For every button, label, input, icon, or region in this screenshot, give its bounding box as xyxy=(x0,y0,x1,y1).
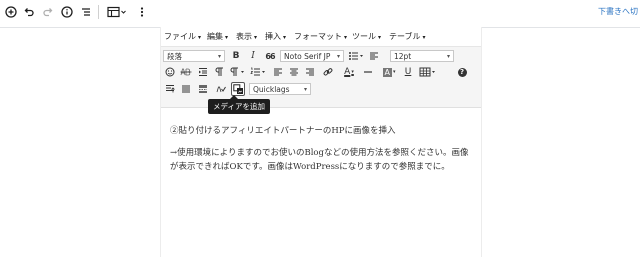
menu-tools[interactable]: ツール ▾ xyxy=(352,31,381,42)
background-color-button[interactable]: A ▾ xyxy=(379,65,399,79)
align-left-2-icon[interactable] xyxy=(271,65,285,79)
numbered-list-icon[interactable] xyxy=(249,65,267,79)
emoji-icon[interactable] xyxy=(163,65,177,79)
classic-block-icon[interactable] xyxy=(106,4,128,20)
paragraph-format-select[interactable]: 段落 ▾ xyxy=(163,50,225,62)
outdent-icon[interactable] xyxy=(163,82,177,96)
align-right-icon[interactable] xyxy=(303,65,317,79)
info-icon[interactable] xyxy=(59,4,75,20)
bold-button[interactable]: B xyxy=(229,49,243,63)
italic-button[interactable]: I xyxy=(246,49,260,63)
save-draft-link[interactable]: 下書きへ切 xyxy=(598,6,638,17)
menu-format[interactable]: フォーマット ▾ xyxy=(294,31,347,42)
align-center-icon[interactable] xyxy=(287,65,301,79)
strikethrough-icon[interactable] xyxy=(179,65,193,79)
menu-edit[interactable]: 編集 ▾ xyxy=(207,31,228,42)
underline-button[interactable]: U xyxy=(401,65,415,79)
add-block-icon[interactable] xyxy=(3,4,19,20)
editor-top-toolbar: 下書きへ切 xyxy=(0,0,640,28)
font-family-select[interactable]: Noto Serif JP ▾ xyxy=(280,50,344,62)
indent-icon[interactable] xyxy=(196,65,210,79)
clear-formatting-icon[interactable] xyxy=(214,82,228,96)
paragraph-rtl-icon[interactable] xyxy=(229,65,247,79)
text-color-button[interactable]: A ▾ xyxy=(339,65,359,79)
add-media-tooltip: メディアを追加 xyxy=(208,95,270,114)
content-paragraph: ②貼り付けるアフィリエイトパートナーのHPに画像を挿入 xyxy=(170,126,396,136)
paragraph-ltr-icon[interactable] xyxy=(213,65,227,79)
list-view-icon[interactable] xyxy=(78,4,94,20)
horizontal-line-icon[interactable] xyxy=(361,65,375,79)
blockquote-button[interactable]: 66 xyxy=(263,49,277,63)
help-icon[interactable]: ? xyxy=(455,65,469,79)
content-paragraph: →使用環境によりますのでお使いのBlogなどの使用方法を参照ください。画像が表示… xyxy=(170,148,469,172)
link-icon[interactable] xyxy=(321,65,335,79)
font-size-select[interactable]: 12pt ▾ xyxy=(390,50,454,62)
more-options-icon[interactable] xyxy=(134,4,150,20)
align-left-icon[interactable] xyxy=(367,49,381,63)
menu-insert[interactable]: 挿入 ▾ xyxy=(265,31,286,42)
menu-file[interactable]: ファイル ▾ xyxy=(164,31,201,42)
menu-view[interactable]: 表示 ▾ xyxy=(236,31,257,42)
redo-icon[interactable] xyxy=(40,4,56,20)
undo-icon[interactable] xyxy=(21,4,37,20)
read-more-icon[interactable] xyxy=(196,82,210,96)
add-media-button[interactable] xyxy=(231,82,245,96)
justify-icon[interactable] xyxy=(179,82,193,96)
menu-table[interactable]: テーブル ▾ xyxy=(389,31,426,42)
table-icon[interactable] xyxy=(418,65,438,79)
editor-content[interactable]: ②貼り付けるアフィリエイトパートナーのHPに画像を挿入 →使用環境によりますので… xyxy=(170,124,470,182)
quicktags-select[interactable]: Quicklags ▾ xyxy=(249,83,311,95)
toolbar-divider xyxy=(98,5,99,19)
bullet-list-icon[interactable] xyxy=(347,49,365,63)
editor-menubar: ファイル ▾ 編集 ▾ 表示 ▾ 挿入 ▾ フォーマット ▾ ツール ▾ テーブル ▾ xyxy=(161,27,481,47)
